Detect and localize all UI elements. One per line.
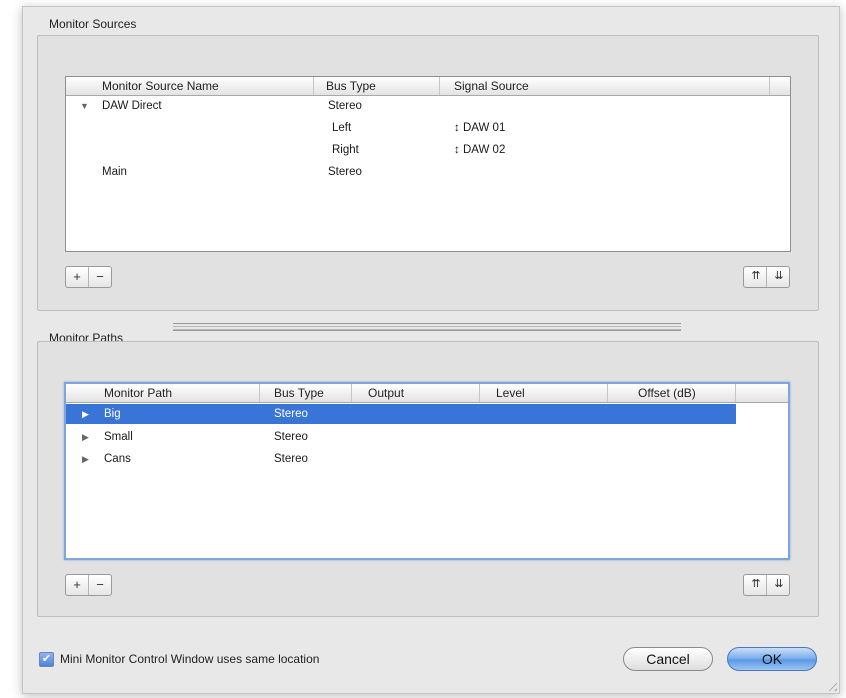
- sources-add-remove-buttons: + −: [65, 266, 112, 288]
- move-up-icon[interactable]: ⇈: [744, 267, 766, 287]
- monitor-paths-header: Monitor Path Bus Type Output Level Offse…: [66, 384, 788, 403]
- column-header-level[interactable]: Level: [480, 384, 608, 402]
- monitor-paths-group: Monitor Path Bus Type Output Level Offse…: [37, 341, 819, 617]
- bus-type: Stereo: [328, 166, 362, 178]
- path-name: Big: [104, 408, 121, 420]
- table-row-main[interactable]: Main Stereo: [66, 162, 790, 182]
- bus-type: Stereo: [274, 431, 308, 443]
- paths-add-remove-buttons: + −: [65, 574, 112, 596]
- paths-move-buttons: ⇈ ⇊: [743, 574, 790, 596]
- same-location-checkbox[interactable]: ✔: [39, 651, 54, 667]
- monitor-sources-header: Monitor Source Name Bus Type Signal Sour…: [66, 77, 790, 96]
- move-down-icon[interactable]: ⇊: [766, 575, 789, 595]
- column-header-bus-type[interactable]: Bus Type: [260, 384, 352, 402]
- sources-move-buttons: ⇈ ⇊: [743, 266, 790, 288]
- disclosure-triangle-expanded-icon[interactable]: ▼: [80, 96, 89, 116]
- move-down-icon[interactable]: ⇊: [766, 267, 789, 287]
- disclosure-triangle-collapsed-icon[interactable]: ▶: [82, 449, 89, 469]
- bus-channel: Left: [332, 122, 352, 134]
- add-path-button[interactable]: +: [66, 575, 88, 595]
- monitor-sources-title: Monitor Sources: [49, 17, 137, 31]
- column-header-bus-type[interactable]: Bus Type: [314, 77, 440, 95]
- remove-path-button[interactable]: −: [88, 575, 111, 595]
- table-row-left[interactable]: Left ↕ DAW 01: [66, 118, 790, 138]
- split-view-divider[interactable]: [173, 323, 681, 331]
- monitor-paths-table[interactable]: Monitor Path Bus Type Output Level Offse…: [64, 382, 790, 560]
- source-name: DAW Direct: [102, 100, 162, 112]
- signal-source-popup[interactable]: ↕ DAW 01: [454, 118, 505, 138]
- bus-type: Stereo: [274, 408, 308, 420]
- bus-channel: Right: [332, 144, 359, 156]
- ok-button[interactable]: OK: [727, 647, 817, 671]
- monitor-sources-table[interactable]: Monitor Source Name Bus Type Signal Sour…: [65, 76, 791, 252]
- table-row-small[interactable]: ▶ Small Stereo: [66, 427, 788, 447]
- mini-monitor-option[interactable]: ✔ Mini Monitor Control Window uses same …: [39, 651, 319, 667]
- monitor-sources-group: Monitor Source Name Bus Type Signal Sour…: [37, 35, 819, 311]
- add-source-button[interactable]: +: [66, 267, 88, 287]
- path-name: Cans: [104, 453, 131, 465]
- bus-type: Stereo: [274, 453, 308, 465]
- table-row-cans[interactable]: ▶ Cans Stereo: [66, 449, 788, 469]
- remove-source-button[interactable]: −: [88, 267, 111, 287]
- table-row-daw-direct[interactable]: ▼ DAW Direct Stereo: [66, 96, 790, 116]
- column-header-signal-source[interactable]: Signal Source: [440, 77, 770, 95]
- table-row-big[interactable]: ▶ Big Stereo: [66, 404, 736, 424]
- move-up-icon[interactable]: ⇈: [744, 575, 766, 595]
- same-location-label[interactable]: Mini Monitor Control Window uses same lo…: [60, 652, 319, 666]
- column-header-monitor-source-name[interactable]: Monitor Source Name: [66, 77, 314, 95]
- disclosure-triangle-collapsed-icon[interactable]: ▶: [82, 427, 89, 447]
- resize-grip-icon[interactable]: [825, 679, 837, 691]
- signal-source-popup[interactable]: ↕ DAW 02: [454, 140, 505, 160]
- path-name: Small: [104, 431, 133, 443]
- monitor-settings-window: Monitor Sources Monitor Source Name Bus …: [22, 6, 840, 694]
- column-header-offset[interactable]: Offset (dB): [608, 384, 736, 402]
- source-name: Main: [102, 166, 127, 178]
- table-row-right[interactable]: Right ↕ DAW 02: [66, 140, 790, 160]
- bus-type: Stereo: [328, 100, 362, 112]
- disclosure-triangle-collapsed-icon[interactable]: ▶: [82, 404, 89, 424]
- column-header-output[interactable]: Output: [352, 384, 480, 402]
- cancel-button[interactable]: Cancel: [623, 647, 713, 671]
- column-header-monitor-path[interactable]: Monitor Path: [66, 384, 260, 402]
